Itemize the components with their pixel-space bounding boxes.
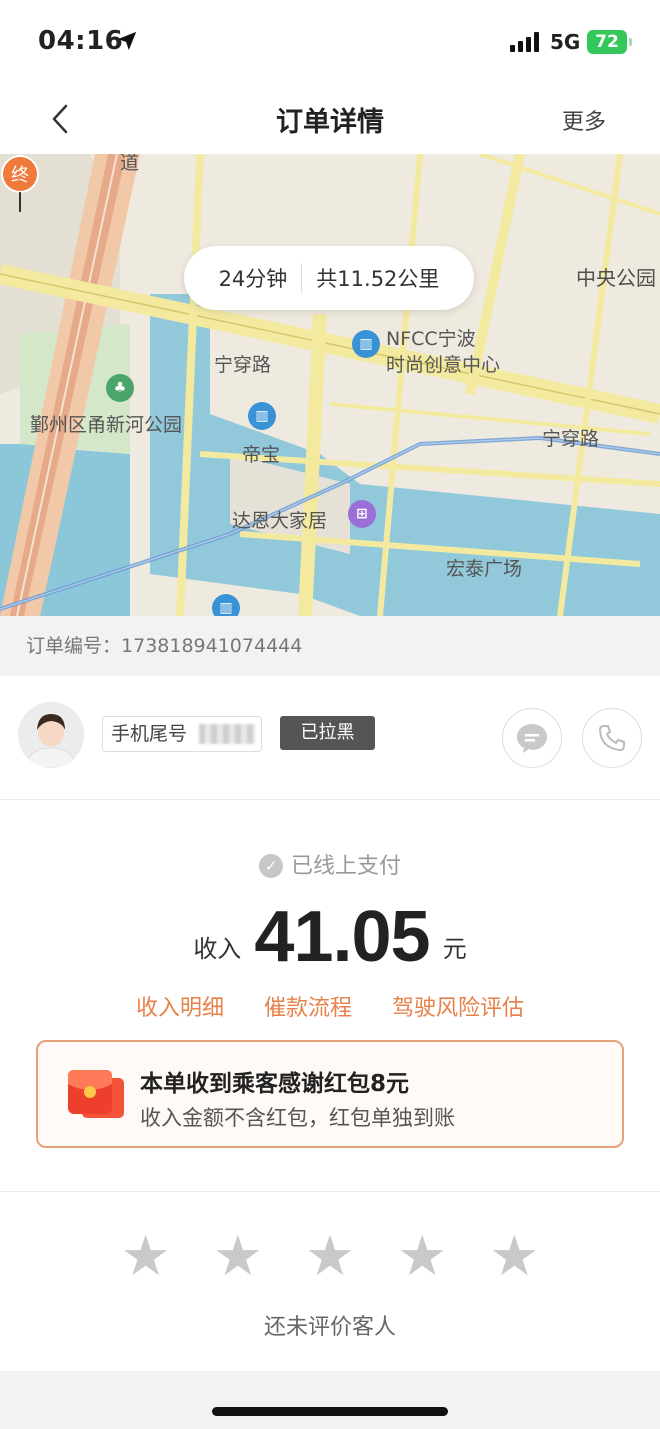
location-arrow-icon bbox=[117, 31, 137, 51]
route-map[interactable]: 24分钟 共11.52公里 终 ▥ ▥ ▥ ♣ ⊞ 道 中央公园 NFCC宁波 … bbox=[0, 154, 660, 616]
check-circle-icon: ✓ bbox=[258, 854, 283, 878]
star-icon[interactable]: ★ bbox=[305, 1229, 355, 1285]
income-detail-link[interactable]: 收入明细 bbox=[136, 990, 224, 1022]
rating-section: ★ ★ ★ ★ ★ 还未评价客人 bbox=[0, 1193, 660, 1371]
shopping-cart-icon: ⊞ bbox=[348, 500, 376, 528]
eta-distance: 共11.52公里 bbox=[316, 267, 440, 291]
park-tree-icon: ♣ bbox=[106, 374, 134, 402]
building-icon: ▥ bbox=[248, 402, 276, 430]
avatar bbox=[18, 702, 84, 768]
star-rating: ★ ★ ★ ★ ★ bbox=[0, 1229, 660, 1285]
rating-hint: 还未评价客人 bbox=[263, 1315, 396, 1340]
thanks-subtitle: 收入金额不含红包，红包单独到账 bbox=[140, 1106, 455, 1130]
map-label: 宁穿路 bbox=[214, 354, 272, 376]
map-label: 时尚创意中心 bbox=[386, 354, 501, 376]
map-label: 宏泰广场 bbox=[446, 558, 523, 580]
order-number-bar: 订单编号：173818941074444 bbox=[0, 616, 660, 676]
star-icon[interactable]: ★ bbox=[489, 1229, 539, 1285]
payment-collection-link[interactable]: 催款流程 bbox=[264, 990, 352, 1022]
map-label: 达恩大家居 bbox=[232, 510, 328, 532]
home-indicator[interactable] bbox=[212, 1407, 448, 1416]
phone-tail-label: 手机尾号 bbox=[111, 723, 188, 745]
signal-icon bbox=[510, 32, 539, 52]
map-label: 道 bbox=[120, 154, 140, 174]
map-canvas bbox=[0, 154, 660, 616]
more-button[interactable]: 更多 bbox=[562, 104, 606, 136]
eta-bubble: 24分钟 共11.52公里 bbox=[184, 246, 474, 310]
passenger-row: 手机尾号 已拉黑 bbox=[0, 676, 660, 800]
map-label: 中央公园 bbox=[576, 266, 656, 290]
red-packet-icon bbox=[68, 1070, 124, 1118]
thanks-title: 本单收到乘客感谢红包8元 bbox=[140, 1071, 410, 1097]
call-button[interactable] bbox=[582, 708, 642, 768]
destination-marker-text: 终 bbox=[11, 165, 29, 186]
message-button[interactable] bbox=[502, 708, 562, 768]
map-label: 鄞州区甬新河公园 bbox=[30, 414, 183, 436]
building-icon: ▥ bbox=[352, 330, 380, 358]
phone-tail-field: 手机尾号 bbox=[102, 716, 262, 752]
bottom-bar bbox=[0, 1371, 660, 1429]
payment-section: ✓ 已线上支付 收入 41.05 元 收入明细 催款流程 驾驶风险评估 本单收到乘… bbox=[0, 800, 660, 1192]
star-icon[interactable]: ★ bbox=[120, 1229, 170, 1285]
map-label: NFCC宁波 bbox=[386, 328, 476, 350]
destination-pin-icon[interactable]: 终 bbox=[0, 154, 40, 214]
battery-icon: 72 bbox=[587, 30, 632, 54]
driving-risk-link[interactable]: 驾驶风险评估 bbox=[392, 990, 524, 1022]
status-time: 04:16 bbox=[38, 26, 124, 56]
income-summary: 收入 41.05 元 bbox=[0, 896, 660, 978]
income-unit: 元 bbox=[442, 935, 467, 963]
payment-status-text: 已线上支付 bbox=[290, 854, 401, 879]
star-icon[interactable]: ★ bbox=[397, 1229, 447, 1285]
chat-icon bbox=[517, 724, 547, 753]
income-amount: 41.05 bbox=[254, 897, 430, 977]
network-type: 5G bbox=[550, 30, 581, 54]
building-icon: ▥ bbox=[212, 594, 240, 616]
order-number-label: 订单编号： bbox=[26, 635, 122, 657]
blocked-badge: 已拉黑 bbox=[280, 716, 375, 750]
status-bar: 04:16 5G 72 bbox=[0, 0, 660, 84]
eta-time: 24分钟 bbox=[218, 267, 288, 291]
order-number-value[interactable]: 173818941074444 bbox=[121, 635, 302, 657]
phone-icon bbox=[598, 725, 625, 752]
income-label: 收入 bbox=[193, 935, 242, 963]
eta-divider bbox=[301, 263, 303, 293]
map-label: 宁穿路 bbox=[542, 428, 600, 450]
star-icon[interactable]: ★ bbox=[213, 1229, 263, 1285]
nav-bar: 订单详情 更多 bbox=[0, 84, 660, 154]
phone-tail-masked bbox=[199, 724, 255, 744]
payment-links: 收入明细 催款流程 驾驶风险评估 bbox=[0, 990, 660, 1022]
thanks-red-packet-card[interactable]: 本单收到乘客感谢红包8元 收入金额不含红包，红包单独到账 bbox=[36, 1040, 624, 1148]
payment-status: ✓ 已线上支付 bbox=[0, 848, 660, 880]
map-label: 帝宝 bbox=[242, 444, 281, 466]
